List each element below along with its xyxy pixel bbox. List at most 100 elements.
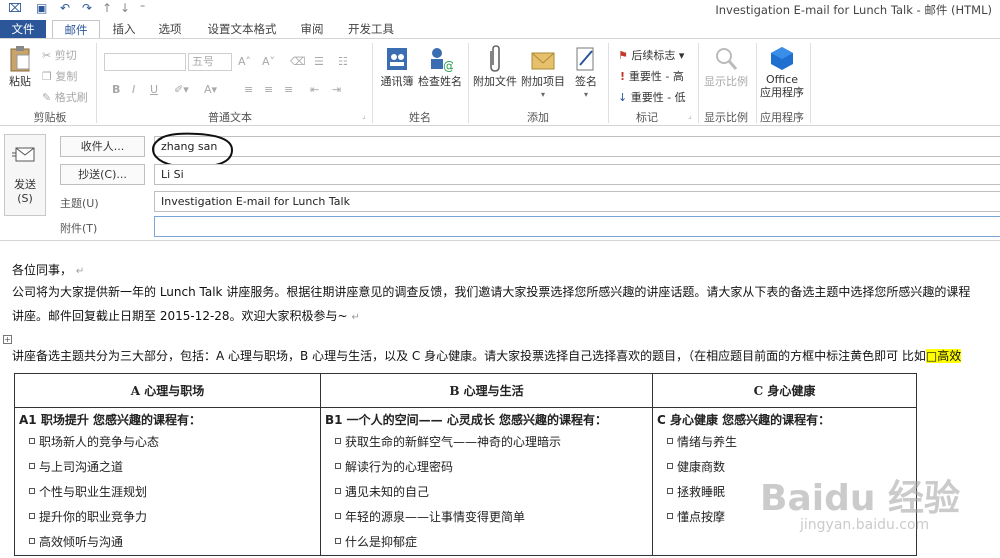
indent-decrease-icon[interactable]: ⇤ bbox=[310, 83, 319, 96]
checkbox-icon bbox=[29, 488, 35, 494]
importance-low-button[interactable]: ↓ 重要性 - 低 bbox=[618, 89, 686, 105]
attach-file-button[interactable]: 附加文件 bbox=[472, 45, 518, 88]
indent-increase-icon[interactable]: ⇥ bbox=[332, 83, 341, 96]
paste-button[interactable]: 粘贴 bbox=[4, 45, 36, 88]
address-book-button[interactable]: 通讯簿 bbox=[378, 45, 416, 88]
importance-low-label: 重要性 - 低 bbox=[630, 91, 686, 104]
body-paragraph-2: 讲座。邮件回复截止日期至 2015-12-28。欢迎大家积极参与~ ↵ bbox=[12, 307, 360, 324]
list-item[interactable]: 提升你的职业竞争力 bbox=[15, 505, 320, 530]
signature-button[interactable]: 签名 ▾ bbox=[570, 45, 602, 101]
align-right-icon[interactable]: ≡ bbox=[284, 83, 293, 96]
bold-button[interactable]: B bbox=[112, 83, 120, 96]
to-field[interactable]: zhang san bbox=[154, 136, 1000, 157]
checkbox-icon bbox=[667, 488, 673, 494]
column-header-a: A 心理与职场 bbox=[14, 373, 321, 408]
table-move-handle-icon[interactable]: + bbox=[3, 335, 12, 344]
message-body[interactable]: 各位同事， ↵ 公司将为大家提供新一年的 Lunch Talk 讲座服务。根据往… bbox=[0, 240, 1000, 558]
paragraph-mark: ↵ bbox=[75, 266, 85, 277]
ribbon-divider bbox=[608, 43, 609, 123]
subhead-c: C 身心健康 您感兴趣的课程有： bbox=[657, 413, 831, 427]
font-color-icon[interactable]: A▾ bbox=[204, 83, 217, 96]
numbering-icon[interactable]: ☷ bbox=[338, 55, 348, 68]
envelope-icon bbox=[531, 52, 555, 70]
column-header-c: C 身心健康 bbox=[652, 373, 917, 408]
font-name-box[interactable] bbox=[104, 53, 186, 71]
tab-format-text[interactable]: 设置文本格式 bbox=[200, 20, 284, 38]
paste-label: 粘贴 bbox=[9, 75, 31, 88]
list-item[interactable]: 获取生命的新鲜空气——神奇的心理暗示 bbox=[321, 430, 652, 455]
list-item[interactable]: 遇见未知的自己 bbox=[321, 480, 652, 505]
undo-icon[interactable]: ↶ bbox=[60, 1, 70, 15]
table-header-row: A 心理与职场 B 心理与生活 C 身心健康 bbox=[14, 373, 917, 408]
save-icon[interactable]: ▣ bbox=[36, 1, 47, 15]
check-names-button[interactable]: @ 检查姓名 bbox=[418, 45, 462, 88]
list-item[interactable]: 职场新人的竞争与心态 bbox=[15, 430, 320, 455]
align-left-icon[interactable]: ≡ bbox=[244, 83, 253, 96]
redo-icon[interactable]: ↷ bbox=[82, 1, 92, 15]
to-button[interactable]: 收件人... bbox=[60, 136, 145, 157]
list-item-label: 遇见未知的自己 bbox=[345, 485, 430, 499]
italic-button[interactable]: I bbox=[132, 83, 135, 96]
subject-field[interactable]: Investigation E-mail for Lunch Talk bbox=[154, 191, 1000, 212]
subhead-a: A1 职场提升 您感兴趣的课程有： bbox=[19, 413, 201, 427]
underline-button[interactable]: U bbox=[150, 83, 158, 96]
shrink-font-button[interactable]: A˅ bbox=[262, 55, 275, 68]
list-item[interactable]: 个性与职业生涯规划 bbox=[15, 480, 320, 505]
align-center-icon[interactable]: ≡ bbox=[264, 83, 273, 96]
attach-item-button[interactable]: 附加项目 ▾ bbox=[520, 45, 566, 101]
checkbox-icon bbox=[667, 513, 673, 519]
follow-up-button[interactable]: ⚑ 后续标志 ▾ bbox=[618, 47, 684, 63]
tab-review[interactable]: 审阅 bbox=[292, 20, 332, 38]
highlight-icon[interactable]: ✐▾ bbox=[174, 83, 189, 96]
dialog-launcher-icon[interactable]: ⌟ bbox=[688, 111, 692, 120]
app-icon[interactable]: ⌧ bbox=[8, 1, 22, 15]
tab-developer[interactable]: 开发工具 bbox=[342, 20, 400, 38]
font-size-box[interactable]: 五号 bbox=[188, 53, 232, 71]
checkbox-icon bbox=[335, 463, 341, 469]
body-paragraph-3-text: 讲座备选主题共分为三大部分，包括：A 心理与职场，B 心理与生活，以及 C 身心… bbox=[12, 349, 926, 363]
ribbon-divider bbox=[468, 43, 469, 123]
cc-field[interactable]: Li Si bbox=[154, 164, 1000, 185]
up-arrow-icon[interactable]: ↑ bbox=[102, 1, 112, 15]
subject-label: 主题(U) bbox=[60, 197, 99, 210]
grow-font-button[interactable]: A˄ bbox=[238, 55, 251, 68]
clear-formatting-icon[interactable]: ⌫ bbox=[290, 55, 306, 68]
customize-qat-icon[interactable]: ⁼ bbox=[140, 3, 145, 14]
zoom-label: 显示比例 bbox=[704, 75, 748, 88]
send-button[interactable]: 发送 (S) bbox=[4, 134, 46, 216]
signature-icon bbox=[576, 47, 594, 71]
tab-options[interactable]: 选项 bbox=[150, 20, 190, 38]
format-painter-button[interactable]: ✎ 格式刷 bbox=[42, 89, 88, 105]
list-item[interactable]: 情绪与养生 bbox=[653, 430, 916, 455]
down-arrow-icon[interactable]: ↓ bbox=[120, 1, 130, 15]
copy-button[interactable]: ❐ 复制 bbox=[42, 68, 77, 84]
list-item[interactable]: 解读行为的心理密码 bbox=[321, 455, 652, 480]
brush-icon: ✎ bbox=[42, 91, 55, 104]
exclamation-icon: ! bbox=[620, 70, 629, 83]
greeting-text: 各位同事， bbox=[12, 263, 73, 277]
cut-button[interactable]: ✂ 剪切 bbox=[42, 47, 77, 63]
cc-button[interactable]: 抄送(C)... bbox=[60, 164, 145, 185]
list-item[interactable]: 年轻的源泉——让事情变得更简单 bbox=[321, 505, 652, 530]
zoom-button[interactable]: 显示比例 bbox=[702, 45, 750, 88]
group-label-tags: 标记 bbox=[636, 111, 658, 124]
importance-high-button[interactable]: ! 重要性 - 高 bbox=[620, 68, 684, 84]
column-b-cell: B1 一个人的空间—— 心灵成长 您感兴趣的课程有： 获取生命的新鲜空气——神奇… bbox=[320, 407, 653, 556]
list-item-label: 情绪与养生 bbox=[677, 435, 738, 449]
attachment-field[interactable] bbox=[154, 216, 1000, 237]
list-item[interactable]: 高效倾听与沟通 bbox=[15, 530, 320, 555]
tab-file[interactable]: 文件 bbox=[0, 20, 46, 38]
bullets-icon[interactable]: ☰ bbox=[314, 55, 324, 68]
dialog-launcher-icon[interactable]: ⌟ bbox=[362, 111, 366, 120]
tab-insert[interactable]: 插入 bbox=[104, 20, 144, 38]
ribbon-divider bbox=[96, 43, 97, 123]
list-item-label: 解读行为的心理密码 bbox=[345, 460, 454, 474]
list-item[interactable]: 与上司沟通之道 bbox=[15, 455, 320, 480]
tab-message[interactable]: 邮件 bbox=[52, 20, 100, 39]
office-apps-button[interactable]: Office 应用程序 bbox=[758, 45, 806, 99]
ribbon-tabs: 文件 邮件 插入 选项 设置文本格式 审阅 开发工具 bbox=[0, 20, 1000, 39]
group-label-zoom: 显示比例 bbox=[704, 111, 748, 124]
office-apps-label-1: Office bbox=[765, 73, 799, 86]
chevron-down-icon: ▾ bbox=[540, 90, 545, 99]
list-item[interactable]: 什么是抑郁症 bbox=[321, 530, 652, 555]
